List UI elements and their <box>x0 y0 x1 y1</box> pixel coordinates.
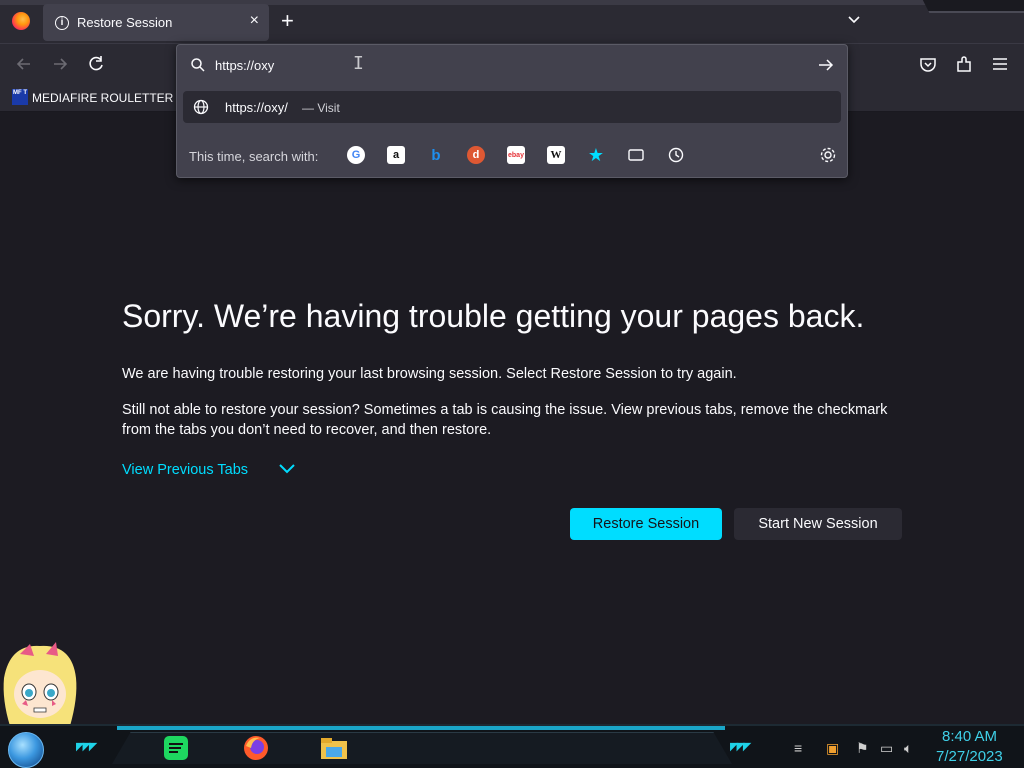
suggestion-url: https://oxy/ <box>225 100 288 115</box>
clock-time[interactable]: 8:40 AM <box>942 728 997 745</box>
back-icon[interactable] <box>14 54 34 74</box>
go-arrow-icon[interactable] <box>817 57 835 73</box>
firefox-menu-icon[interactable] <box>12 12 30 30</box>
network-icon[interactable]: ▭ <box>880 740 893 757</box>
text-cursor-icon: I <box>353 53 364 74</box>
restore-session-button[interactable]: Restore Session <box>570 508 722 540</box>
clock-date[interactable]: 7/27/2023 <box>936 748 1003 765</box>
amazon-icon[interactable]: a <box>387 146 405 164</box>
bookmark-mediafire-roulette[interactable]: MEDIAFIRE ROULETTER <box>32 91 173 105</box>
app-tray-icon[interactable]: ▣ <box>826 740 839 757</box>
url-input[interactable]: https://oxy <box>215 58 775 73</box>
globe-icon <box>193 99 209 115</box>
list-all-tabs-icon[interactable] <box>846 12 862 28</box>
restore-description: We are having trouble restoring your las… <box>122 366 737 382</box>
file-explorer-taskbar-icon[interactable] <box>318 734 350 762</box>
url-dropdown: https://oxy I https://oxy/ — Visit This … <box>176 44 848 178</box>
url-suggestion-row[interactable]: https://oxy/ — Visit <box>183 91 841 123</box>
volume-icon[interactable]: 🔈︎ <box>904 740 912 757</box>
tab-restore-session[interactable]: i Restore Session × <box>43 4 269 41</box>
taskbar-app-area <box>112 732 732 764</box>
cartoon-mascot-image <box>3 642 77 726</box>
view-previous-tabs-link[interactable]: View Previous Tabs <box>122 462 248 478</box>
address-bar[interactable]: https://oxy I <box>177 45 847 85</box>
taskbar-glow <box>117 726 725 730</box>
restore-session-page: Sorry. We’re having trouble getting your… <box>0 112 1024 724</box>
search-engine-bar: This time, search with: G a b d ebay W ★ <box>177 135 847 175</box>
bookmarks-star-icon[interactable]: ★ <box>587 145 605 165</box>
mediafire-favicon-icon: MF T <box>12 89 28 105</box>
spotify-taskbar-icon[interactable] <box>160 734 192 762</box>
taskbar: ◤◤◤ ◤◤◤ ≡ ▣ ⚑ ▭ 🔈︎ 8:40 AM 7/27/2023 <box>0 724 1024 768</box>
firefox-taskbar-icon[interactable] <box>240 734 272 762</box>
window-decoration <box>922 0 1024 13</box>
search-icon <box>191 58 205 72</box>
start-button[interactable] <box>8 732 44 768</box>
history-icon[interactable] <box>667 146 685 164</box>
search-settings-gear-icon[interactable] <box>819 146 837 164</box>
wikipedia-icon[interactable]: W <box>547 146 565 164</box>
info-icon: i <box>55 16 69 30</box>
bing-icon[interactable]: b <box>427 146 445 164</box>
network-status-icon[interactable]: ≡ <box>794 740 802 756</box>
tabs-icon[interactable] <box>627 146 645 164</box>
pocket-icon[interactable] <box>918 54 938 74</box>
tab-bar: i Restore Session × + <box>0 0 1024 44</box>
flag-icon[interactable]: ⚑ <box>856 740 869 757</box>
extensions-icon[interactable] <box>954 54 974 74</box>
restore-help-text: Still not able to restore your session? … <box>122 402 888 438</box>
duckduckgo-icon[interactable]: d <box>467 146 485 164</box>
forward-icon[interactable] <box>50 54 70 74</box>
tab-title: Restore Session <box>77 15 173 30</box>
taskbar-decoration-left: ◤◤◤ <box>76 741 97 753</box>
close-tab-icon[interactable]: × <box>250 12 259 30</box>
google-icon[interactable]: G <box>347 146 365 164</box>
reload-icon[interactable] <box>86 54 106 74</box>
taskbar-decoration-right: ◤◤◤ <box>730 741 751 753</box>
chevron-down-icon[interactable] <box>278 462 296 476</box>
start-new-session-button[interactable]: Start New Session <box>734 508 902 540</box>
search-with-label: This time, search with: <box>189 149 319 164</box>
suggestion-action: — Visit <box>302 101 340 115</box>
ebay-icon[interactable]: ebay <box>507 146 525 164</box>
page-title: Sorry. We’re having trouble getting your… <box>122 298 865 334</box>
hamburger-menu-icon[interactable] <box>990 54 1010 74</box>
new-tab-button[interactable]: + <box>281 9 294 33</box>
